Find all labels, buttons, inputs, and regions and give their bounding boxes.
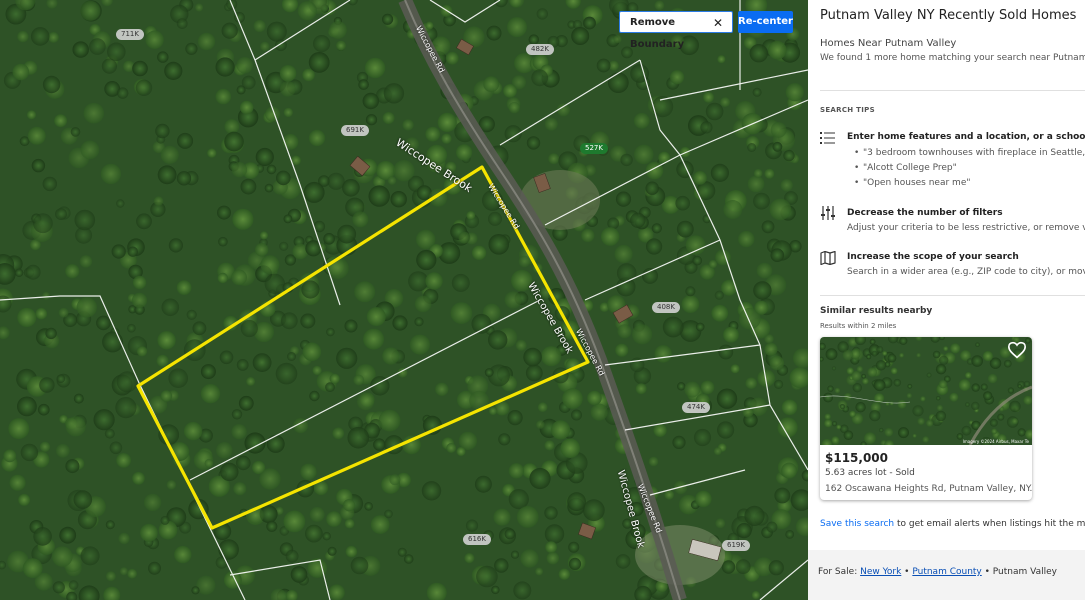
sliders-icon	[821, 206, 835, 220]
imagery-credit: Imagery ©2024 Airbus, Maxar Te	[962, 439, 1029, 444]
price-pin[interactable]: 619K	[722, 540, 750, 551]
remove-boundary-button[interactable]: Remove Boundary ✕	[619, 11, 733, 50]
close-icon: ✕	[712, 16, 723, 30]
tip-example: "Open houses near me"	[854, 178, 970, 188]
results-count-text: We found 1 more home matching your searc…	[820, 53, 1085, 63]
breadcrumb-separator: •	[981, 567, 993, 577]
price-pin[interactable]: 408K	[652, 302, 680, 313]
listing-photo	[820, 337, 1032, 445]
tip-example: "3 bedroom townhouses with fireplace in …	[854, 148, 1085, 158]
listing-lot-status: 5.63 acres lot - Sold	[825, 468, 915, 478]
footer-breadcrumb: For Sale: New York • Putnam County • Put…	[808, 550, 1085, 600]
breadcrumb-putnam-valley: Putnam Valley	[992, 567, 1057, 577]
save-search-rest: to get email alerts when listings hit th…	[897, 519, 1085, 529]
divider	[820, 295, 1085, 296]
results-subtitle: Homes Near Putnam Valley	[820, 38, 957, 49]
breadcrumb-new-york[interactable]: New York	[860, 567, 901, 577]
similar-results-heading: Similar results nearby	[820, 306, 933, 316]
listing-card[interactable]: Imagery ©2024 Airbus, Maxar Te $115,000 …	[820, 337, 1032, 500]
map-icon	[820, 251, 836, 265]
listing-price: $115,000	[825, 451, 889, 465]
tip-title: Enter home features and a location, or a…	[847, 132, 1085, 142]
similar-results-radius: Results within 2 miles	[820, 322, 897, 330]
price-pin[interactable]: 616K	[463, 534, 491, 545]
page-title: Putnam Valley NY Recently Sold Homes	[820, 8, 1077, 23]
footer-prefix: For Sale:	[818, 567, 861, 577]
save-search-text: Save this search to get email alerts whe…	[820, 519, 1085, 529]
price-pin[interactable]: 527K	[580, 143, 608, 154]
results-panel: Putnam Valley NY Recently Sold Homes Hom…	[808, 0, 1085, 600]
price-pin[interactable]: 482K	[526, 44, 554, 55]
tip-example: "Alcott College Prep"	[854, 163, 957, 173]
tip-title: Increase the scope of your search	[847, 252, 1019, 262]
remove-boundary-label: Remove Boundary	[630, 17, 685, 50]
price-pin[interactable]: 691K	[341, 125, 369, 136]
divider	[820, 90, 1085, 91]
price-pin[interactable]: 474K	[682, 402, 710, 413]
breadcrumb-separator: •	[901, 567, 913, 577]
search-tips-heading: SEARCH TIPS	[820, 106, 875, 114]
recenter-button[interactable]: Re-center	[738, 11, 793, 33]
price-pin[interactable]: 711K	[116, 29, 144, 40]
heart-icon[interactable]	[1007, 341, 1027, 359]
listing-address: 162 Oscawana Heights Rd, Putnam Valley, …	[825, 484, 1032, 494]
list-icon	[820, 132, 835, 144]
save-search-link[interactable]: Save this search	[820, 519, 894, 529]
tip-text: Search in a wider area (e.g., ZIP code t…	[847, 267, 1085, 277]
breadcrumb-putnam-county[interactable]: Putnam County	[912, 567, 981, 577]
tip-text: Adjust your criteria to be less restrict…	[847, 223, 1085, 233]
tip-title: Decrease the number of filters	[847, 208, 1003, 218]
map-imagery	[0, 0, 808, 600]
satellite-map[interactable]: 711K 482K 691K 527K 408K 474K 616K 619K …	[0, 0, 808, 600]
